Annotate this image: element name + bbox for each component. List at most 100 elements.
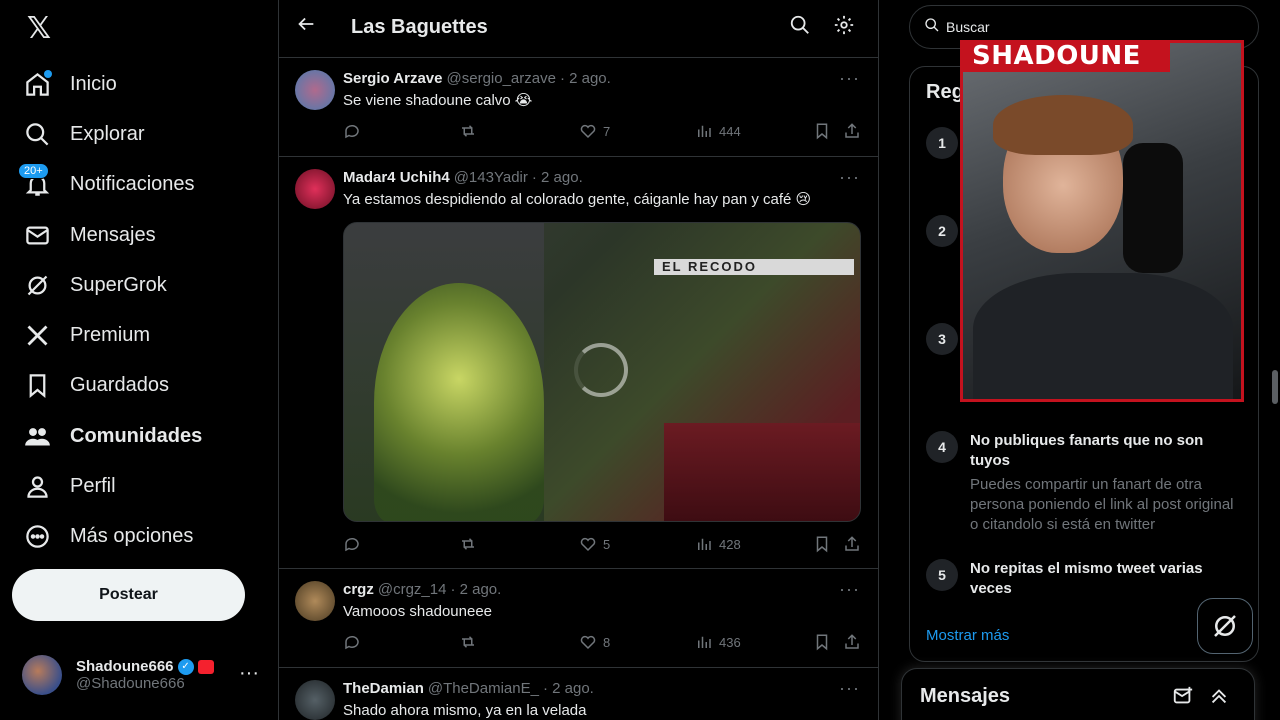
nav-item-mensajes[interactable]: Mensajes	[22, 215, 156, 255]
tweet-video[interactable]: EL RECODO	[343, 222, 861, 522]
more-icon[interactable]: ···	[839, 167, 860, 188]
like-button[interactable]: 7	[579, 122, 610, 140]
rule-number: 3	[926, 323, 958, 355]
views-chart-icon	[698, 125, 711, 137]
tweet-handle[interactable]: @sergio_arzave	[447, 70, 556, 87]
tweet-time[interactable]: · 2 ago.	[532, 169, 583, 186]
more-icon[interactable]: ···	[839, 68, 860, 89]
avatar[interactable]	[295, 680, 335, 720]
tweet-author[interactable]: TheDamian	[343, 680, 424, 697]
reply-icon[interactable]	[343, 633, 361, 651]
reply-icon[interactable]	[343, 535, 361, 553]
retweet-icon[interactable]	[459, 122, 477, 140]
like-button[interactable]: 8	[579, 633, 610, 651]
x-logo-icon	[22, 320, 52, 350]
more-icon[interactable]: ···	[239, 662, 259, 685]
nav-item-premium[interactable]: Premium	[22, 315, 150, 355]
tweet-actions: 8 436	[343, 622, 862, 662]
x-logo-icon[interactable]: 𝕏	[22, 12, 56, 46]
avatar[interactable]	[295, 169, 335, 209]
tweet-handle[interactable]: @143Yadir	[454, 169, 528, 186]
affiliate-badge-icon	[197, 659, 214, 674]
rule-number: 5	[926, 559, 958, 591]
rule-title[interactable]: No repitas el mismo tweet varias veces	[970, 559, 1240, 599]
rule-number: 4	[926, 431, 958, 463]
search-icon	[924, 17, 940, 38]
avatar[interactable]	[295, 581, 335, 621]
tweet-author[interactable]: Madar4 Uchih4	[343, 169, 450, 186]
like-button[interactable]: 5	[579, 535, 610, 553]
search-icon[interactable]	[789, 14, 813, 38]
tweet[interactable]: TheDamian @TheDamianE_ · 2 ago. ··· Shad…	[279, 668, 878, 720]
tweet[interactable]: Sergio Arzave @sergio_arzave · 2 ago. ··…	[279, 58, 878, 157]
account-handle: @Shadoune666	[76, 675, 185, 692]
bookmark-icon[interactable]	[813, 633, 831, 651]
heart-icon	[580, 124, 596, 139]
search-icon	[22, 119, 52, 149]
views-button[interactable]: 444	[695, 122, 741, 140]
person-icon	[22, 471, 52, 501]
tweet-text: Se viene shadoune calvo 😭	[343, 92, 533, 109]
bell-icon: 20+	[18, 163, 52, 199]
tweet-time[interactable]: · 2 ago.	[560, 70, 611, 87]
nav-item-inicio[interactable]: Inicio	[22, 64, 117, 104]
streamer-webcam-overlay	[960, 40, 1244, 402]
tweet[interactable]: crgz @crgz_14 · 2 ago. ··· Vamooos shado…	[279, 569, 878, 668]
show-more-link[interactable]: Mostrar más	[926, 627, 1009, 644]
new-dot	[44, 70, 52, 78]
nav-item-supergrok[interactable]: SuperGrok	[22, 265, 167, 305]
grok-icon	[22, 270, 52, 300]
account-switcher[interactable]: Shadoune666 ✓ @Shadoune666 ···	[22, 652, 267, 698]
views-button[interactable]: 428	[695, 535, 741, 553]
nav-item-perfil[interactable]: Perfil	[22, 466, 116, 506]
more-icon[interactable]: ···	[839, 678, 860, 699]
new-message-icon[interactable]	[1172, 685, 1194, 712]
view-count: 428	[719, 536, 741, 552]
casket	[664, 423, 860, 521]
tweet-time[interactable]: · 2 ago.	[543, 680, 594, 697]
rule-number: 2	[926, 215, 958, 247]
settings-gear-icon[interactable]	[833, 14, 857, 38]
views-chart-icon	[698, 538, 711, 550]
chevron-up-icon[interactable]	[1208, 685, 1230, 712]
tweet[interactable]: Madar4 Uchih4 @143Yadir · 2 ago. ··· Ya …	[279, 157, 878, 569]
scrollbar[interactable]	[1272, 370, 1278, 404]
nav-label: Inicio	[70, 72, 117, 95]
share-icon[interactable]	[843, 122, 861, 140]
rule-title[interactable]: No publiques fanarts que no son tuyos	[970, 431, 1240, 471]
avatar	[22, 655, 62, 695]
grok-button[interactable]	[1197, 598, 1253, 654]
mail-icon	[22, 220, 52, 250]
nav-label: Mensajes	[70, 223, 156, 246]
nav-item-guardados[interactable]: Guardados	[22, 365, 169, 405]
more-icon[interactable]: ···	[839, 579, 860, 600]
nav-label: Notificaciones	[70, 172, 195, 195]
streamer-hair	[993, 95, 1133, 155]
views-button[interactable]: 436	[695, 633, 741, 651]
share-icon[interactable]	[843, 633, 861, 651]
nav-item-notificaciones[interactable]: 20+ Notificaciones	[18, 163, 195, 204]
tweet-author[interactable]: Sergio Arzave	[343, 70, 443, 87]
bookmark-icon[interactable]	[813, 535, 831, 553]
nav-item-comunidades[interactable]: Comunidades	[22, 416, 202, 456]
nav-item-mas-opciones[interactable]: Más opciones	[22, 516, 193, 556]
back-arrow-icon[interactable]	[295, 13, 317, 39]
bookmark-icon[interactable]	[813, 122, 831, 140]
header-bar: Las Baguettes	[279, 0, 878, 58]
flower-arrangement	[374, 283, 544, 521]
tweet-handle[interactable]: @crgz_14	[378, 581, 447, 598]
nav-label: Más opciones	[70, 524, 194, 547]
streamer-shirt	[973, 273, 1233, 399]
post-button[interactable]: Postear	[12, 569, 245, 621]
nav-label: Guardados	[70, 373, 169, 396]
tweet-time[interactable]: · 2 ago.	[450, 581, 501, 598]
avatar[interactable]	[295, 70, 335, 110]
reply-icon[interactable]	[343, 122, 361, 140]
retweet-icon[interactable]	[459, 535, 477, 553]
nav-item-explorar[interactable]: Explorar	[22, 114, 144, 154]
retweet-icon[interactable]	[459, 633, 477, 651]
share-icon[interactable]	[843, 535, 861, 553]
tweet-author[interactable]: crgz	[343, 581, 374, 598]
tweet-handle[interactable]: @TheDamianE_	[428, 680, 539, 697]
messages-drawer[interactable]: Mensajes	[901, 668, 1255, 720]
